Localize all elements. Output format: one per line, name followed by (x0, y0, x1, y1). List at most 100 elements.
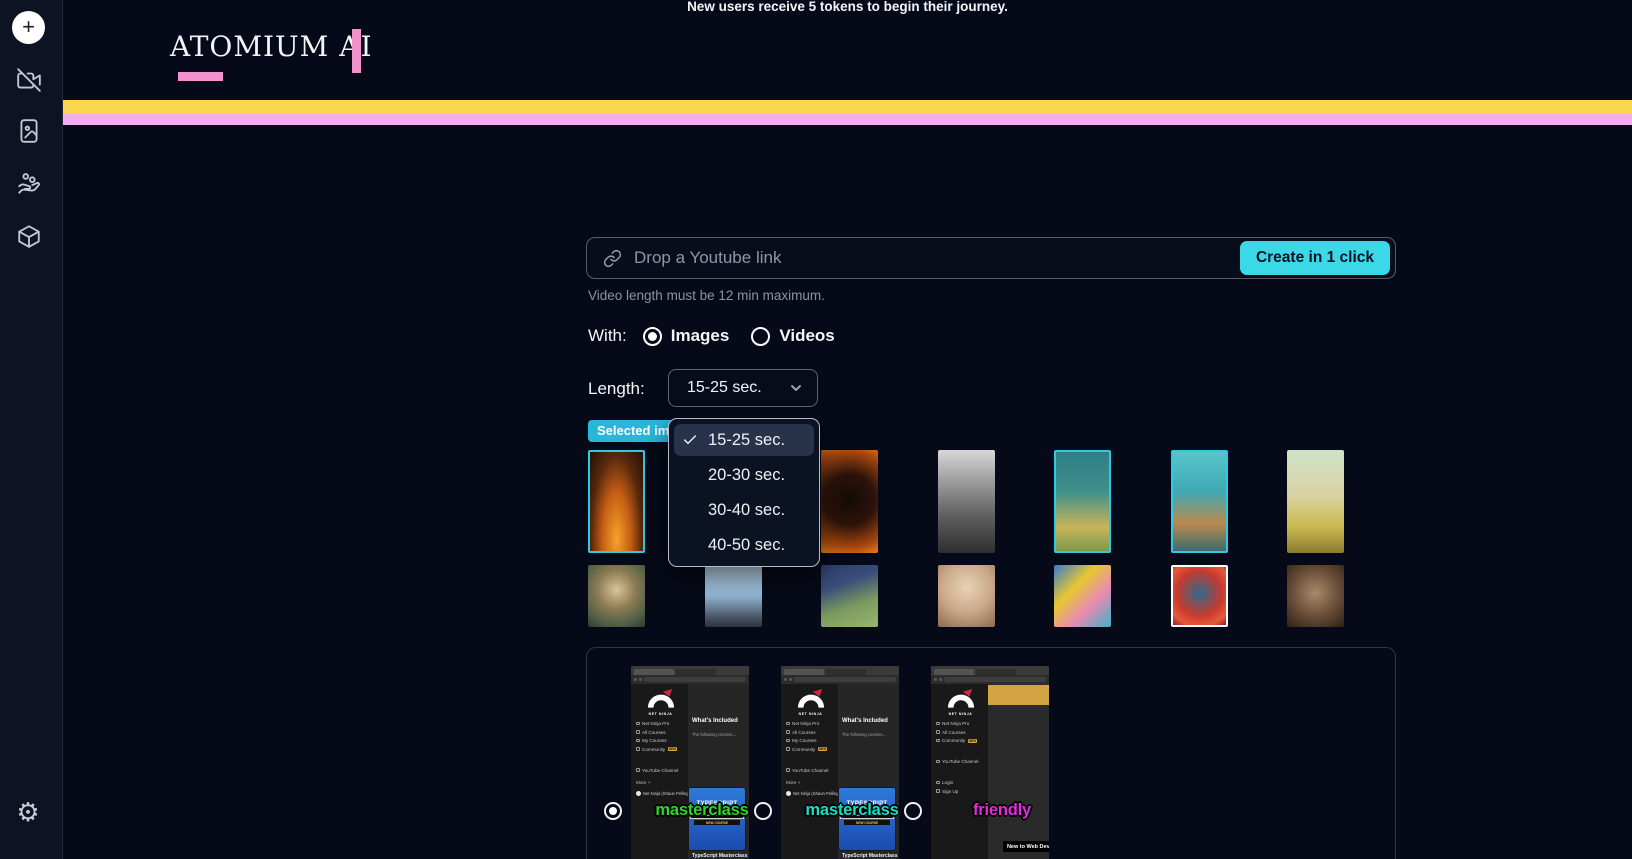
gallery-image-cat-in-flames[interactable] (588, 450, 645, 553)
gallery-image-sunflowers-painting[interactable] (1287, 450, 1344, 553)
thumb-menu-item: Sign Up (936, 789, 985, 794)
link-icon (603, 249, 622, 268)
menu-item-label: 15-25 sec. (708, 430, 786, 449)
thumb-menu-label: Net Ninja Pro (792, 721, 820, 726)
youtube-link-form: Create in 1 click (586, 237, 1396, 279)
variant-caption-3: friendly (973, 801, 1031, 819)
brand-logo[interactable]: ATOMIUM AI (170, 30, 373, 63)
net-ninja-logo-icon (647, 689, 675, 711)
site-logo-name: NET NINJA (648, 712, 673, 716)
net-ninja-logo-icon (797, 689, 825, 711)
length-select[interactable]: 15-25 sec. (668, 369, 818, 407)
new-badge: NEW (967, 738, 978, 743)
gallery-image-bw-man-portrait[interactable] (937, 450, 995, 553)
image-file-icon[interactable] (15, 117, 43, 145)
nav-dot (789, 678, 792, 681)
course-tile-tag: NEW COURSE (694, 820, 740, 825)
hand-coins-icon[interactable] (15, 170, 43, 198)
menu-gap (636, 755, 685, 764)
menu-item-40-50[interactable]: 40-50 sec. (674, 529, 814, 561)
thumb-menu-label: Community (642, 746, 666, 752)
browser-tab-bar (781, 666, 899, 675)
radio-videos-label[interactable]: Videos (779, 326, 834, 346)
menu-bullet-icon (936, 780, 940, 785)
thumb-subtext: The following courses... (692, 732, 736, 737)
radio-images-label[interactable]: Images (671, 326, 730, 346)
radio-videos[interactable] (751, 326, 771, 346)
thumb-menu-label: All Courses (942, 729, 966, 735)
length-label: Length: (588, 379, 645, 398)
video-off-icon[interactable] (15, 66, 43, 94)
youtube-link-input[interactable] (634, 248, 1228, 268)
variant-thumbnail-3[interactable]: NET NINJA Net Ninja Pro All Courses Communi… (931, 666, 1049, 859)
menu-bullet-icon (636, 721, 640, 726)
course-tile-tag: NEW COURSE (844, 820, 890, 825)
thumb-menu-label: YouTube Channel (942, 759, 979, 764)
thumb-bottom-label: TypeScript Masterclass (842, 853, 898, 859)
thumb-menu-item: Net Ninja Pro (786, 721, 835, 726)
sidebar: + ⚙ (0, 0, 63, 859)
chevron-down-icon (789, 381, 803, 395)
thumb-footer: Net Ninja (Shaun Pelling... (636, 790, 692, 796)
menu-bullet-icon (636, 768, 640, 772)
variant-radio-2[interactable] (754, 802, 772, 820)
gallery-image-black-cat-fire[interactable] (821, 450, 878, 553)
thumb-bottom-label: TypeScript Masterclass (692, 853, 748, 859)
thumb-footer: Net Ninja (Shaun Pelling... (786, 790, 842, 796)
browser-address-bar (931, 675, 1049, 684)
gallery-image-surreal-red-face[interactable] (1170, 565, 1228, 627)
menu-bullet-icon (636, 730, 640, 734)
browser-tab-bar (931, 666, 1049, 675)
menu-bullet-icon (786, 721, 790, 726)
gallery-image-cyclist[interactable] (704, 565, 762, 627)
variant-caption-1: masterclass (655, 801, 749, 819)
menu-more: More + (636, 779, 651, 785)
length-select-value: 15-25 sec. (687, 379, 762, 396)
nav-dot (634, 678, 637, 681)
thumb-menu-item: YouTube Channel (636, 768, 685, 773)
thumb-footer-label: Net Ninja (Shaun Pelling... (793, 790, 843, 796)
thumb-subtext: The following courses... (842, 732, 886, 737)
gallery-image-renaissance-portrait[interactable] (588, 565, 645, 627)
thumb-menu-item: YouTube Channel (786, 768, 835, 773)
nav-dot (934, 678, 937, 681)
gallery-image-van-gogh-cat[interactable] (1054, 450, 1111, 553)
gallery-image-teal-city-towers[interactable] (1170, 450, 1228, 553)
thumb-sidebar: NET NINJA Net Ninja Pro All Courses My Cour… (781, 684, 842, 859)
net-ninja-logo-icon (947, 689, 975, 711)
gallery-image-gorilla-portrait[interactable] (1287, 565, 1344, 627)
settings-icon[interactable]: ⚙ (14, 798, 42, 828)
thumb-heading: What's Included (842, 718, 888, 724)
menu-item-20-30[interactable]: 20-30 sec. (674, 459, 814, 491)
helper-text: Video length must be 12 min maximum. (588, 288, 825, 303)
menu-gap (786, 755, 835, 764)
gallery-image-pop-art-woman[interactable] (1054, 565, 1111, 627)
menu-bullet-icon (786, 730, 790, 734)
menu-item-30-40[interactable]: 30-40 sec. (674, 494, 814, 526)
variant-radio-3[interactable] (904, 802, 922, 820)
variant-radio-1[interactable] (604, 802, 622, 820)
gallery-image-man-portrait[interactable] (937, 565, 995, 627)
gallery-image-green-figure-starry-night[interactable] (821, 565, 878, 627)
menu-item-15-25[interactable]: 15-25 sec. (674, 424, 814, 456)
app: New users receive 5 tokens to begin thei… (0, 0, 1632, 859)
thumb-menu-label: All Courses (642, 729, 666, 735)
thumb-menu-label: Net Ninja Pro (942, 721, 970, 726)
plus-icon: + (22, 13, 35, 39)
address-pill (794, 677, 896, 682)
add-button[interactable]: + (12, 11, 45, 44)
nav-dot (639, 678, 642, 681)
menu-gap (936, 768, 985, 777)
create-button[interactable]: Create in 1 click (1239, 241, 1390, 275)
package-icon[interactable] (15, 222, 43, 250)
variant-thumbnail-1[interactable]: NET NINJA Net Ninja Pro All Courses My Cour… (631, 666, 749, 859)
radio-images[interactable] (642, 326, 662, 346)
thumb-menu-item: Community NEW (636, 747, 685, 752)
brand-accent-bar (352, 29, 361, 73)
variant-thumbnail-2[interactable]: NET NINJA Net Ninja Pro All Courses My Cour… (781, 666, 899, 859)
thumb-menu-label: YouTube Channel (792, 767, 829, 773)
thumb-menu-item: Net Ninja Pro (636, 721, 685, 726)
thumb-menu-item: All Courses (786, 730, 835, 735)
menu-item-label: 30-40 sec. (708, 500, 786, 519)
new-badge: NEW (667, 747, 678, 751)
